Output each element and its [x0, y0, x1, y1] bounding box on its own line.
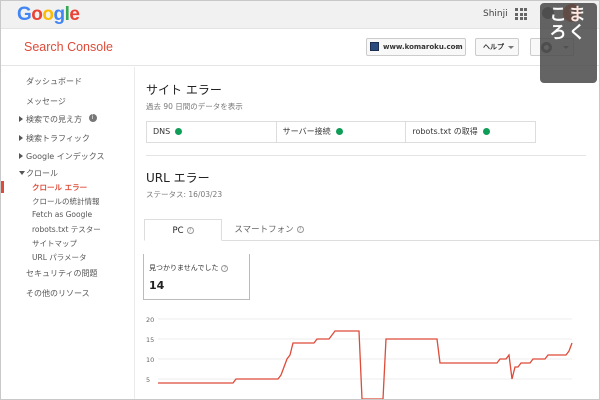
- card-value: 14: [149, 279, 165, 292]
- sidebar-item-search-appearance[interactable]: 検索での見え方 i: [19, 114, 97, 125]
- active-indicator: [1, 181, 4, 193]
- main-content: サイト エラー 過去 90 日間のデータを表示 DNS サーバー接続 robot…: [136, 67, 599, 399]
- status-cell-robots[interactable]: robots.txt の取得: [406, 122, 535, 142]
- chart-tick-label: 15: [146, 336, 154, 344]
- help-button[interactable]: ヘルプ: [475, 38, 519, 56]
- card-label: 見つかりませんでした?: [149, 263, 229, 273]
- status-label: robots.txt の取得: [412, 127, 478, 136]
- sidebar-item-crawl-stats[interactable]: クロールの統計情報: [32, 196, 100, 207]
- watermark-row: ろく: [549, 23, 588, 43]
- site-errors-subtitle: 過去 90 日間のデータを表示: [146, 102, 243, 111]
- card-label-text: 見つかりませんでした: [149, 264, 219, 272]
- chart-tick-label: 20: [146, 316, 154, 324]
- sidebar-item-label: 検索での見え方: [26, 115, 82, 124]
- chevron-down-icon: [19, 171, 25, 175]
- tab-label: スマートフォン: [234, 225, 294, 235]
- logo-letter: g: [53, 4, 66, 25]
- google-logo[interactable]: Google: [17, 4, 80, 26]
- sidebar-item-label: クロール: [26, 169, 58, 178]
- check-circle-icon: [482, 128, 490, 135]
- chevron-down-icon: [508, 46, 514, 49]
- sidebar-item-label: セキュリティの問題: [26, 269, 98, 278]
- check-circle-icon: [335, 128, 343, 135]
- help-icon[interactable]: ?: [296, 226, 304, 233]
- sidebar-item-search-traffic[interactable]: 検索トラフィック: [19, 133, 90, 144]
- sidebar-item-fetch-as-google[interactable]: Fetch as Google: [32, 210, 92, 219]
- site-errors-title: サイト エラー: [146, 83, 222, 97]
- chevron-right-icon: [19, 153, 23, 159]
- site-favicon-icon: [370, 42, 379, 51]
- sidebar-item-security-issues[interactable]: セキュリティの問題: [26, 268, 98, 279]
- chart-tick-label: 10: [146, 356, 154, 364]
- help-button-label: ヘルプ: [483, 43, 504, 51]
- status-cell-server[interactable]: サーバー接続: [277, 122, 407, 142]
- chart-series-line: [158, 330, 573, 399]
- url-errors-status: ステータス: 16/03/23: [146, 190, 223, 199]
- sidebar-item-messages[interactable]: メッセージ: [26, 96, 66, 107]
- sidebar-item-crawl[interactable]: クロール: [19, 168, 58, 179]
- sidebar-item-crawl-errors[interactable]: クロール エラー: [32, 182, 87, 193]
- info-icon[interactable]: i: [88, 114, 97, 122]
- chart-tick-label: 5: [146, 376, 150, 384]
- watermark-row: こま: [549, 5, 588, 25]
- logo-letter: o: [42, 4, 54, 25]
- device-tabs: PC? スマートフォン?: [144, 219, 599, 241]
- logo-letter: o: [31, 4, 43, 25]
- site-status-table: DNS サーバー接続 robots.txt の取得: [146, 121, 536, 143]
- sidebar-item-google-index[interactable]: Google インデックス: [19, 151, 105, 162]
- help-icon[interactable]: ?: [221, 264, 229, 272]
- check-circle-icon: [175, 128, 183, 135]
- sidebar-item-sitemaps[interactable]: サイトマップ: [32, 238, 77, 249]
- user-name[interactable]: Shinji: [483, 9, 508, 19]
- not-found-card[interactable]: 見つかりませんでした? 14: [143, 254, 250, 300]
- site-selector[interactable]: www.komaroku.com: [366, 38, 466, 56]
- sidebar-item-label: その他のリソース: [26, 289, 90, 298]
- google-top-bar: Google Shinji S: [1, 1, 599, 29]
- sidebar-item-robots-tester[interactable]: robots.txt テスター: [32, 224, 101, 235]
- tab-label: PC: [172, 226, 184, 236]
- status-label: DNS: [153, 127, 171, 136]
- url-errors-title: URL エラー: [146, 171, 210, 185]
- tab-smartphone[interactable]: スマートフォン?: [224, 219, 314, 241]
- help-icon[interactable]: ?: [186, 227, 194, 234]
- chevron-down-icon: [455, 46, 461, 49]
- browser-frame: Google Shinji S Search Console www.komar…: [0, 0, 600, 400]
- search-console-header: Search Console www.komaroku.com ヘルプ: [1, 30, 599, 66]
- sidebar-item-label: Google インデックス: [26, 152, 105, 161]
- logo-letter: G: [17, 4, 32, 25]
- chevron-right-icon: [19, 116, 23, 122]
- sidebar-item-label: メッセージ: [26, 97, 66, 106]
- status-cell-dns[interactable]: DNS: [147, 122, 277, 142]
- sidebar-item-dashboard[interactable]: ダッシュボード: [26, 76, 82, 87]
- logo-letter: e: [69, 4, 80, 25]
- chevron-right-icon: [19, 135, 23, 141]
- sidebar-item-label: ダッシュボード: [26, 77, 82, 86]
- section-divider: [146, 155, 586, 156]
- apps-grid-icon[interactable]: [515, 8, 527, 20]
- status-label: サーバー接続: [282, 127, 331, 136]
- product-title[interactable]: Search Console: [24, 40, 113, 54]
- sidebar-item-label: 検索トラフィック: [26, 134, 90, 143]
- url-errors-chart: 20 15 10 5: [146, 316, 573, 399]
- tab-pc[interactable]: PC?: [144, 219, 222, 241]
- site-selector-label: www.komaroku.com: [383, 43, 463, 51]
- sidebar-item-url-parameters[interactable]: URL パラメータ: [32, 252, 87, 263]
- sidebar-nav: ダッシュボード メッセージ 検索での見え方 i 検索トラフィック Google …: [1, 67, 135, 399]
- sidebar-item-other-resources[interactable]: その他のリソース: [26, 288, 90, 299]
